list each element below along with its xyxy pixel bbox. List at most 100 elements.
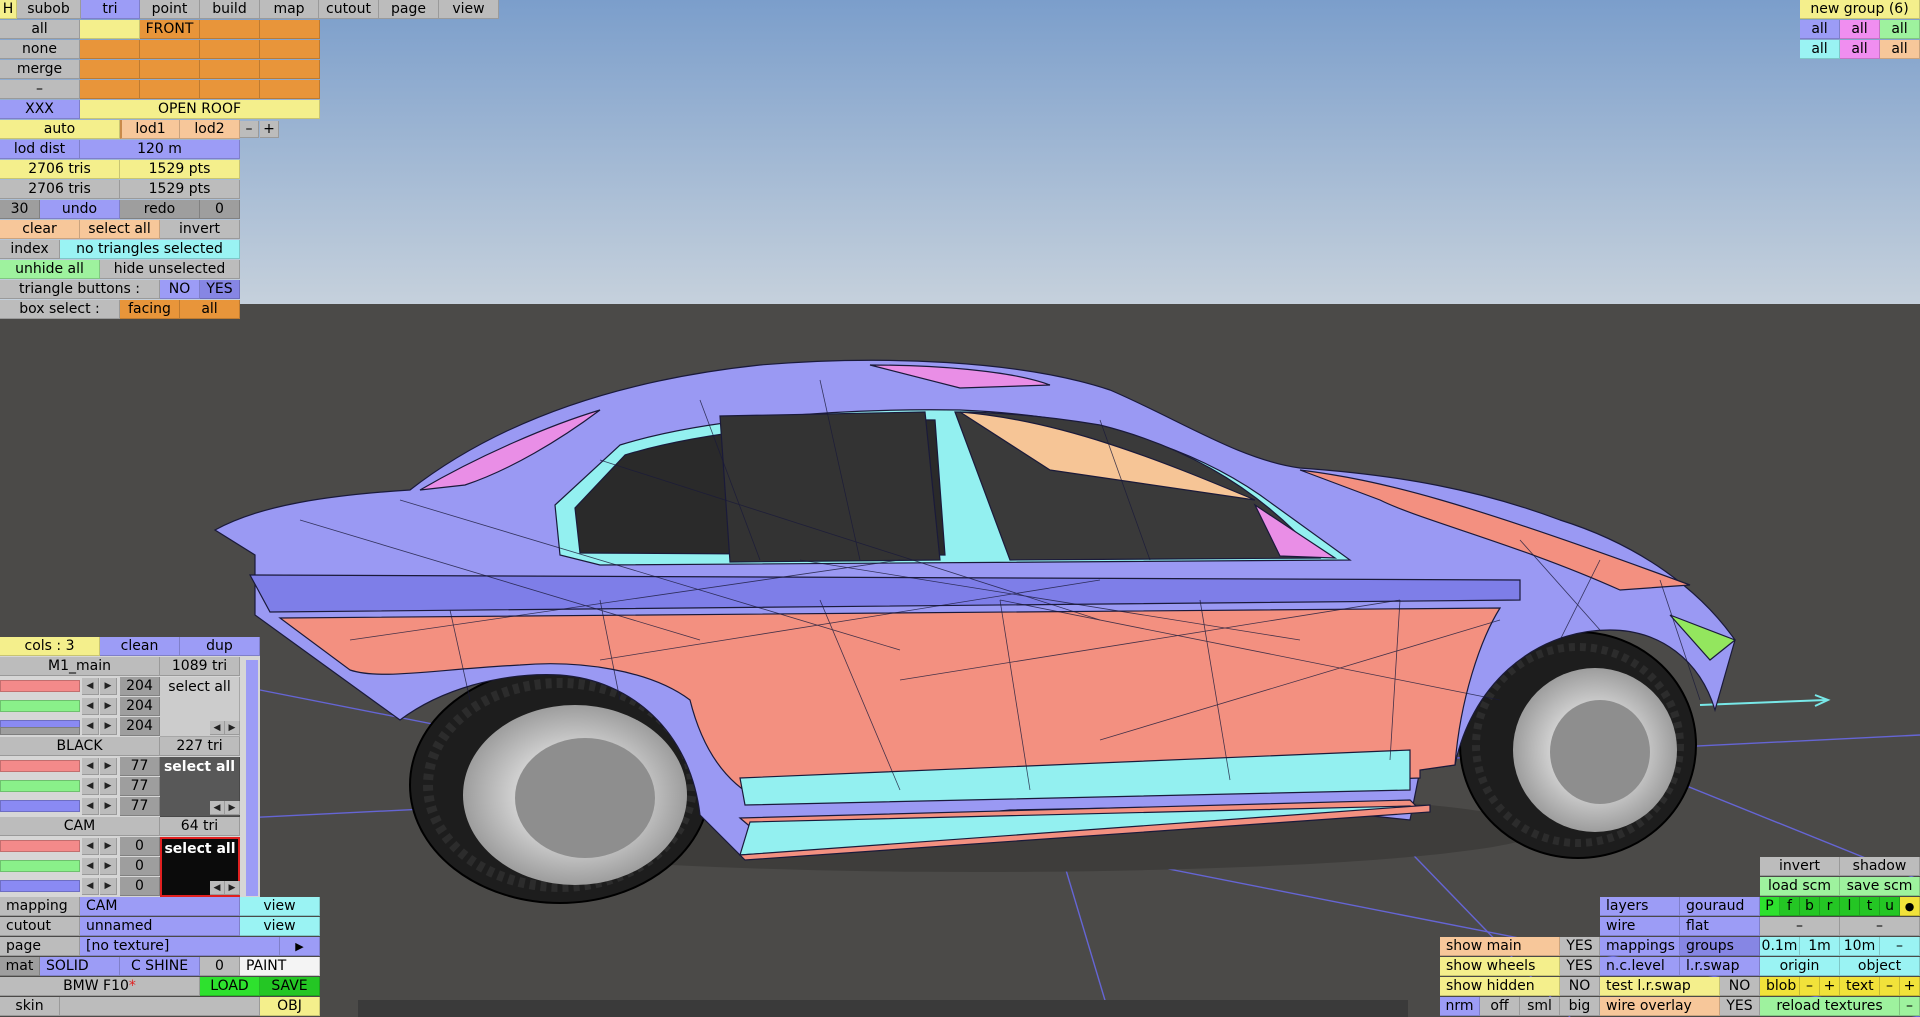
decrease-arrow-icon[interactable]: ◀ (82, 858, 99, 875)
mapping-view-button[interactable]: view (240, 897, 320, 916)
text-minus-button[interactable]: – (1880, 977, 1900, 996)
material-name[interactable]: M1_main (0, 657, 160, 676)
green-value[interactable]: 0 (120, 857, 160, 876)
group-all-button[interactable]: all (1840, 40, 1880, 59)
tri-menu[interactable]: tri (81, 0, 140, 19)
materials-scrollbar[interactable] (246, 660, 258, 896)
blue-value[interactable]: 0 (120, 877, 160, 896)
cutout-value[interactable]: unnamed (80, 917, 240, 936)
decrease-arrow-icon[interactable]: ◀ (82, 838, 99, 855)
normals-sml-button[interactable]: sml (1520, 997, 1560, 1016)
save-scm-button[interactable]: save scm (1840, 877, 1920, 896)
view-top-button[interactable]: t (1860, 897, 1880, 916)
blue-channel-slider[interactable] (0, 880, 80, 892)
increase-arrow-icon[interactable]: ▶ (100, 718, 117, 735)
group-slot[interactable] (260, 40, 320, 59)
view-perspective-button[interactable]: P (1760, 897, 1780, 916)
load-scm-button[interactable]: load scm (1760, 877, 1840, 896)
normals-big-button[interactable]: big (1560, 997, 1600, 1016)
lod-plus-button[interactable]: + (260, 121, 279, 138)
material-name[interactable]: BLACK (0, 737, 160, 756)
blob-button[interactable]: blob (1760, 977, 1800, 996)
view-front-button[interactable]: f (1780, 897, 1800, 916)
group-slot[interactable] (140, 40, 200, 59)
dot-icon[interactable]: ● (1900, 897, 1920, 916)
group-slot[interactable] (200, 40, 260, 59)
groups-button[interactable]: groups (1680, 937, 1760, 956)
step-1m-button[interactable]: 1m (1800, 937, 1840, 956)
blue-value[interactable]: 204 (120, 717, 160, 736)
decrease-arrow-icon[interactable]: ◀ (82, 778, 99, 795)
page-play-icon[interactable]: ▶ (280, 937, 320, 956)
blob-plus-button[interactable]: + (1820, 977, 1840, 996)
red-value[interactable]: 77 (120, 757, 160, 776)
group-swatch[interactable] (80, 20, 140, 39)
green-value[interactable]: 204 (120, 697, 160, 716)
text-plus-button[interactable]: + (1900, 977, 1920, 996)
group-slot[interactable] (200, 80, 260, 99)
test-lr-swap-button[interactable]: test l.r.swap (1600, 977, 1720, 996)
blob-minus-button[interactable]: – (1800, 977, 1820, 996)
group-slot[interactable] (260, 80, 320, 99)
group-all-button[interactable]: all (1800, 20, 1840, 39)
decrease-arrow-icon[interactable]: ◀ (82, 698, 99, 715)
lod-dist-value[interactable]: 120 m (80, 140, 240, 159)
normals-nrm-button[interactable]: nrm (1440, 997, 1480, 1016)
mappings-button[interactable]: mappings (1600, 937, 1680, 956)
page-menu[interactable]: page (379, 0, 439, 19)
mapping-value[interactable]: CAM (80, 897, 240, 916)
material-name[interactable]: CAM (0, 817, 160, 836)
decrease-arrow-icon[interactable]: ◀ (82, 878, 99, 895)
decrease-arrow-icon[interactable]: ◀ (82, 798, 99, 815)
xxx-button[interactable]: XXX (0, 100, 80, 119)
c-shine-button[interactable]: C SHINE (120, 957, 200, 976)
undo-button[interactable]: undo (40, 200, 120, 219)
green-channel-slider[interactable] (0, 860, 80, 872)
box-select-facing[interactable]: facing (120, 300, 180, 319)
save-button[interactable]: SAVE (260, 977, 320, 996)
increase-arrow-icon[interactable]: ▶ (100, 878, 117, 895)
group-slot[interactable] (200, 60, 260, 79)
model-name[interactable]: BMW F10* (0, 977, 200, 996)
show-main-toggle[interactable]: show main (1440, 937, 1560, 956)
group-slot[interactable] (200, 20, 260, 39)
h-button[interactable]: H (0, 0, 17, 19)
view-menu[interactable]: view (439, 0, 499, 19)
green-channel-slider[interactable] (0, 780, 80, 792)
scroll-left-icon[interactable]: ◀ (210, 801, 225, 815)
show-hidden-toggle[interactable]: show hidden (1440, 977, 1560, 996)
show-wheels-toggle[interactable]: show wheels (1440, 957, 1560, 976)
group-slot[interactable] (140, 80, 200, 99)
lod-minus-button[interactable]: – (240, 121, 259, 138)
clean-button[interactable]: clean (100, 637, 180, 656)
show-main-value[interactable]: YES (1560, 937, 1600, 956)
wire-button[interactable]: wire (1600, 917, 1680, 936)
wire-overlay-value[interactable]: YES (1720, 997, 1760, 1016)
show-wheels-value[interactable]: YES (1560, 957, 1600, 976)
increase-arrow-icon[interactable]: ▶ (100, 778, 117, 795)
decrease-arrow-icon[interactable]: ◀ (82, 758, 99, 775)
step-dash-button[interactable]: – (1880, 937, 1920, 956)
cutout-menu[interactable]: cutout (319, 0, 379, 19)
viewport-3d[interactable] (0, 0, 1920, 1017)
obj-button[interactable]: OBJ (260, 997, 320, 1016)
cutout-view-button[interactable]: view (240, 917, 320, 936)
lod1-button[interactable]: lod1 (120, 120, 180, 139)
group-slot[interactable] (80, 80, 140, 99)
map-menu[interactable]: map (260, 0, 319, 19)
step-10m-button[interactable]: 10m (1840, 937, 1880, 956)
view-under-button[interactable]: u (1880, 897, 1900, 916)
new-group-button[interactable]: new group (6) (1800, 0, 1920, 19)
increase-arrow-icon[interactable]: ▶ (100, 678, 117, 695)
blue-value[interactable]: 77 (120, 797, 160, 816)
merge-groups-button[interactable]: merge (0, 60, 80, 79)
skin-value[interactable] (60, 997, 260, 1016)
view-left-button[interactable]: l (1840, 897, 1860, 916)
dup-button[interactable]: dup (180, 637, 260, 656)
green-value[interactable]: 77 (120, 777, 160, 796)
decrease-arrow-icon[interactable]: ◀ (82, 718, 99, 735)
build-menu[interactable]: build (200, 0, 260, 19)
index-button[interactable]: index (0, 240, 60, 259)
point-menu[interactable]: point (140, 0, 200, 19)
decrease-arrow-icon[interactable]: ◀ (82, 678, 99, 695)
